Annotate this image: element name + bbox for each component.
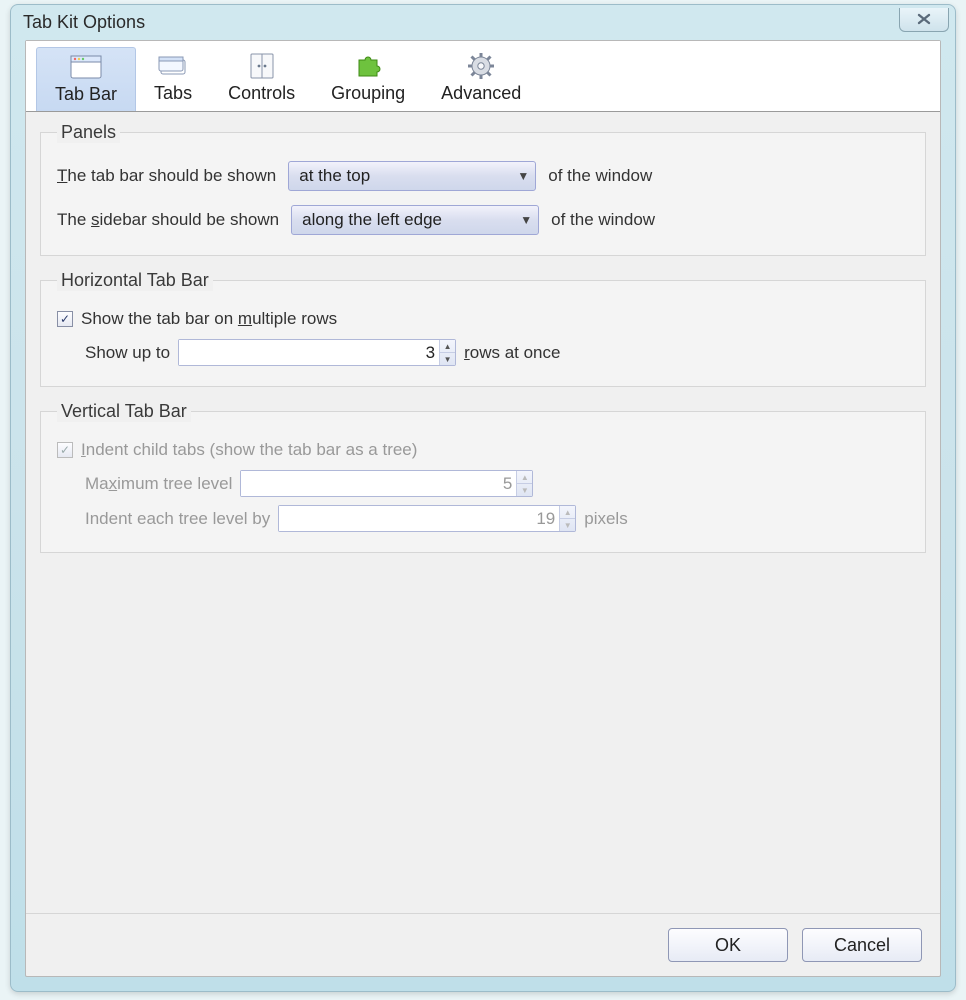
sidebar-position-dropdown[interactable]: along the left edge ▼ (291, 205, 539, 235)
sidebar-label: The sidebar should be shown (57, 210, 279, 230)
tab-label: Advanced (441, 83, 521, 104)
row-tabbar-position: The tab bar should be shown at the top ▼… (57, 161, 909, 191)
tabbar-position-value: at the top (299, 166, 370, 186)
checkbox-icon: ✓ (57, 311, 73, 327)
indent-each-label: Indent each tree level by (85, 509, 270, 529)
options-toolbar: Tab Bar Tabs (26, 41, 940, 112)
rows-spinner[interactable]: 3 ▲▼ (178, 339, 456, 366)
spinner-buttons: ▲▼ (559, 506, 575, 531)
sidebar-position-value: along the left edge (302, 210, 442, 230)
indent-each-value: 19 (279, 506, 559, 531)
max-tree-label: Maximum tree level (85, 474, 232, 494)
checkbox-multiple-rows[interactable]: ✓ Show the tab bar on multiple rows (57, 309, 909, 329)
checkbox-label: Show the tab bar on multiple rows (81, 309, 337, 329)
window-frame: Tab Kit Options Tab Bar (10, 4, 956, 992)
group-panels: Panels The tab bar should be shown at th… (40, 122, 926, 256)
dialog-footer: OK Cancel (26, 913, 940, 976)
window-title: Tab Kit Options (23, 12, 899, 33)
tab-label: Tab Bar (55, 84, 117, 105)
tab-controls[interactable]: Controls (210, 47, 313, 111)
row-rows-count: Show up to 3 ▲▼ rows at once (85, 339, 909, 366)
tab-tabbar[interactable]: Tab Bar (36, 47, 136, 111)
group-panels-title: Panels (57, 122, 120, 143)
spinner-buttons[interactable]: ▲▼ (439, 340, 455, 365)
group-horizontal: Horizontal Tab Bar ✓ Show the tab bar on… (40, 270, 926, 387)
titlebar: Tab Kit Options (11, 5, 955, 40)
checkbox-indent-child: ✓ Indent child tabs (show the tab bar as… (57, 440, 909, 460)
rows-suffix: rows at once (464, 343, 560, 363)
group-vertical: Vertical Tab Bar ✓ Indent child tabs (sh… (40, 401, 926, 553)
tabbar-label: The tab bar should be shown (57, 166, 276, 186)
tabbar-suffix: of the window (548, 166, 652, 186)
chevron-down-icon: ▼ (517, 169, 529, 183)
spinner-buttons: ▲▼ (516, 471, 532, 496)
rows-label: Show up to (85, 343, 170, 363)
window-icon (69, 52, 103, 82)
row-indent-pixels: Indent each tree level by 19 ▲▼ pixels (85, 505, 909, 532)
group-vertical-title: Vertical Tab Bar (57, 401, 191, 422)
row-max-tree-level: Maximum tree level 5 ▲▼ (85, 470, 909, 497)
controls-icon (245, 51, 279, 81)
checkbox-icon: ✓ (57, 442, 73, 458)
sidebar-suffix: of the window (551, 210, 655, 230)
dialog-body: Tab Bar Tabs (25, 40, 941, 977)
tabbar-position-dropdown[interactable]: at the top ▼ (288, 161, 536, 191)
tab-label: Grouping (331, 83, 405, 104)
indent-each-spinner: 19 ▲▼ (278, 505, 576, 532)
max-tree-value: 5 (241, 471, 516, 496)
cancel-button[interactable]: Cancel (802, 928, 922, 962)
row-sidebar-position: The sidebar should be shown along the le… (57, 205, 909, 235)
tab-label: Tabs (154, 83, 192, 104)
close-icon (915, 12, 933, 26)
tabs-icon (156, 51, 190, 81)
chevron-down-icon: ▼ (520, 213, 532, 227)
puzzle-icon (351, 51, 385, 81)
rows-value: 3 (179, 340, 439, 365)
tab-advanced[interactable]: Advanced (423, 47, 539, 111)
options-body: Panels The tab bar should be shown at th… (26, 112, 940, 913)
indent-each-suffix: pixels (584, 509, 627, 529)
max-tree-spinner: 5 ▲▼ (240, 470, 533, 497)
close-button[interactable] (899, 8, 949, 32)
tab-tabs[interactable]: Tabs (136, 47, 210, 111)
tab-grouping[interactable]: Grouping (313, 47, 423, 111)
gear-icon (464, 51, 498, 81)
tab-label: Controls (228, 83, 295, 104)
ok-button[interactable]: OK (668, 928, 788, 962)
checkbox-label: Indent child tabs (show the tab bar as a… (81, 440, 417, 460)
group-horizontal-title: Horizontal Tab Bar (57, 270, 213, 291)
